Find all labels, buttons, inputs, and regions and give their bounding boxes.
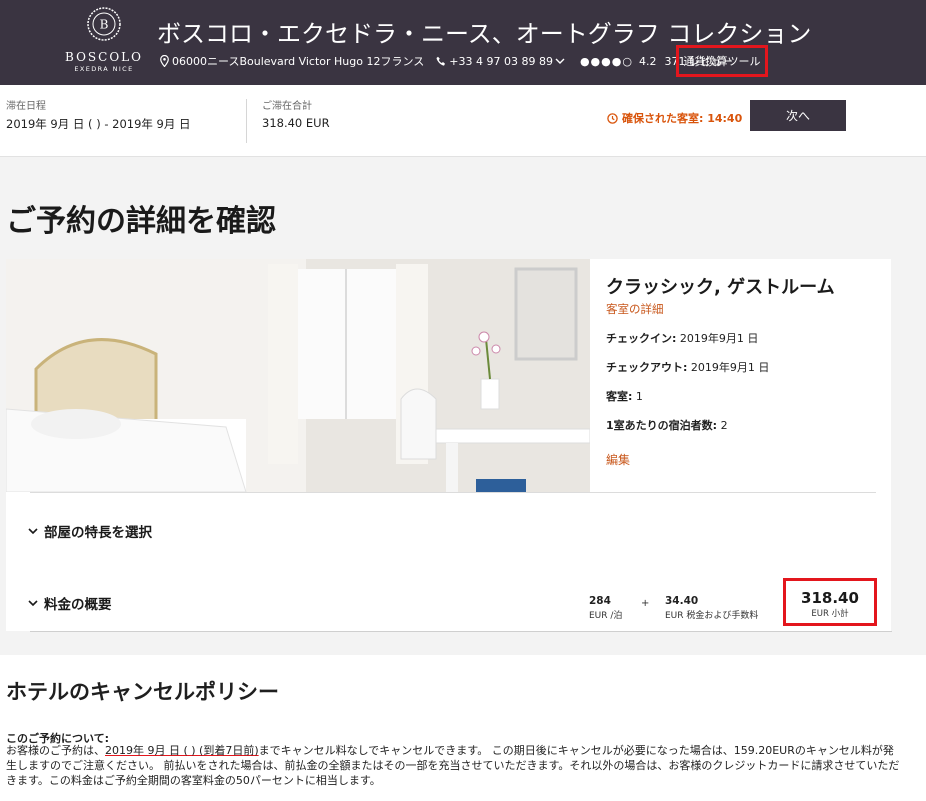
logo-sub-text: EXEDRA NICE (74, 65, 134, 73)
stay-dates-value: 2019年 9月 日 ( ) - 2019年 9月 日 (6, 117, 191, 131)
checkout-row: チェックアウト: 2019年9月1 日 (606, 359, 876, 375)
rating-score: 4.2 (638, 54, 657, 68)
policy-text-intro: お客様のご予約は、 (6, 744, 105, 757)
guests-label: 1室あたりの宿泊者数: (606, 419, 718, 432)
logo-emblem-icon: B (87, 7, 121, 41)
room-details-link[interactable]: 客室の詳細 (606, 301, 876, 317)
rooms-value: 1 (635, 390, 643, 403)
nightly-rate-value: 284 (589, 595, 611, 607)
checkout-label: チェックアウト: (606, 361, 688, 374)
stay-total-label: ご滞在合計 (262, 101, 312, 112)
stay-total-value: 318.40 EUR (262, 116, 330, 130)
price-summary-toggle[interactable]: 料金の概要 (28, 593, 112, 613)
hotel-logo[interactable]: B BOSCOLO EXEDRA NICE (64, 6, 144, 80)
subtotal-value: 318.40 (801, 589, 859, 607)
room-details: クラッシック, ゲストルーム 客室の詳細 チェックイン: 2019年9月1 日 … (606, 273, 876, 468)
room-hold-text: 確保された客室: 14:40 (622, 112, 743, 125)
price-summary-label: 料金の概要 (44, 597, 112, 613)
stay-dates[interactable]: 滞在日程 2019年 9月 日 ( ) - 2019年 9月 日 (6, 97, 191, 132)
checkout-value: 2019年9月1 日 (690, 361, 770, 374)
chevron-down-icon (555, 58, 565, 64)
page-title: ご予約の詳細を確認 (6, 204, 276, 239)
chevron-down-icon (28, 599, 38, 606)
hotel-name: ボスコロ・エクセドラ・ニース、オートグラフ コレクション (157, 20, 812, 48)
hotel-phone[interactable]: +33 4 97 03 89 89 (436, 55, 568, 68)
phone-text: +33 4 97 03 89 89 (449, 54, 553, 68)
room-photo (6, 259, 590, 492)
room-card: クラッシック, ゲストルーム 客室の詳細 チェックイン: 2019年9月1 日 … (6, 259, 891, 631)
room-photo-illustration (6, 259, 590, 492)
taxes-fees-unit: EUR 税金および手数料 (665, 611, 759, 621)
subtotal-box: 318.40 EUR 小計 (783, 578, 877, 626)
hotel-address[interactable]: 06000ニースBoulevard Victor Hugo 12フランス (160, 53, 424, 69)
cancellation-policy-text: お客様のご予約は、2019年 9月 日 ( ) (到着7日前)までキャンセル料な… (6, 743, 904, 788)
guests-row: 1室あたりの宿泊者数: 2 (606, 417, 876, 433)
nightly-rate-unit: EUR /泊 (589, 611, 623, 621)
rooms-row: 客室: 1 (606, 388, 876, 404)
room-hold-timer: 確保された客室: 14:40 (607, 110, 742, 126)
checkin-row: チェックイン: 2019年9月1 日 (606, 330, 876, 346)
rating-dots: ●●●●○ (579, 54, 633, 68)
room-features-label: 部屋の特長を選択 (44, 525, 152, 541)
phone-icon (436, 56, 446, 66)
room-features-toggle[interactable]: 部屋の特長を選択 (28, 521, 152, 541)
address-text: 06000ニースBoulevard Victor Hugo 12フランス (172, 55, 425, 68)
nightly-rate: 284 EUR /泊 (589, 595, 622, 621)
checkin-label: チェックイン: (606, 332, 677, 345)
taxes-fees: 34.40 EUR 税金および手数料 (665, 595, 758, 621)
chevron-down-icon (28, 527, 38, 534)
taxes-fees-value: 34.40 (665, 595, 699, 607)
cancellation-policy-title: ホテルのキャンセルポリシー (6, 680, 279, 704)
stay-summary-bar: 滞在日程 2019年 9月 日 ( ) - 2019年 9月 日 ご滞在合計 3… (0, 85, 926, 157)
currency-converter-button[interactable]: 通貨換算ツール (676, 45, 768, 77)
next-button[interactable]: 次へ (750, 100, 846, 131)
cancellation-policy-section: ホテルのキャンセルポリシー このご予約について: お客様のご予約は、2019年 … (0, 655, 926, 801)
location-pin-icon (160, 55, 169, 67)
plus-sign: + (641, 598, 650, 609)
divider (246, 99, 247, 143)
logo-brand-text: BOSCOLO (65, 50, 143, 64)
hotel-header: B BOSCOLO EXEDRA NICE ボスコロ・エクセドラ・ニース、オート… (0, 0, 926, 85)
clock-icon (607, 112, 618, 124)
room-title: クラッシック, ゲストルーム (606, 277, 835, 298)
divider (30, 492, 876, 493)
guests-value: 2 (720, 419, 728, 432)
policy-deadline-date: 2019年 9月 日 ( ) (到着7日前) (105, 744, 259, 757)
stay-dates-label: 滞在日程 (6, 101, 46, 112)
stay-total: ご滞在合計 318.40 EUR (262, 97, 330, 130)
logo-letter: B (100, 18, 109, 32)
divider (30, 631, 892, 632)
hotel-meta-bar: 06000ニースBoulevard Victor Hugo 12フランス +33… (160, 53, 745, 69)
edit-link[interactable]: 編集 (606, 451, 876, 468)
checkin-value: 2019年9月1 日 (679, 332, 759, 345)
rooms-label: 客室: (606, 390, 633, 403)
subtotal-unit: EUR 小計 (811, 609, 849, 619)
